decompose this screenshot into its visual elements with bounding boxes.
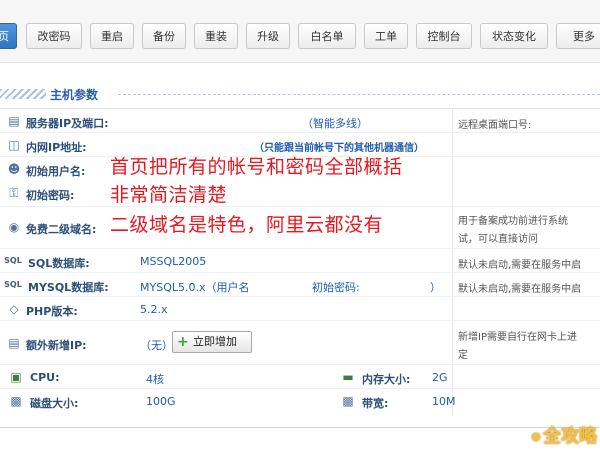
free-subdomain-label: 免费二级域名: (26, 223, 97, 236)
annotation-line1: 首页把所有的帐号和密码全部概括 (110, 156, 403, 178)
top-toolbar: 页 改密码 重启 备份 重装 升级 白名单 工单 控制台 状态变化 更多 (0, 0, 600, 63)
row-divider (0, 132, 600, 133)
server-ip-value: （智能多线） (302, 117, 368, 130)
memory-value: 2G (432, 371, 448, 384)
plus-icon: + (177, 334, 189, 350)
php-version-value: 5.2.x (140, 303, 168, 316)
toolbar-button-ticket[interactable]: 工单 (364, 23, 408, 49)
key-icon: ⚿ (9, 186, 19, 200)
section-header: 主机参数 (0, 80, 600, 110)
disk-size-value: 100G (146, 395, 176, 408)
extra-ip-value: （无） (140, 339, 173, 352)
toolbar-button-reinstall[interactable]: 重装 (194, 23, 238, 49)
mysql-icon: SQL (4, 280, 22, 289)
column-divider (452, 108, 453, 416)
row-divider (0, 388, 600, 389)
section-stripes-decoration (0, 89, 46, 99)
annotation-line2: 非常简洁清楚 (110, 184, 228, 206)
row-divider (0, 296, 600, 297)
toolbar-button-restart[interactable]: 重启 (90, 23, 134, 49)
row-divider (0, 364, 600, 365)
row-divider (0, 272, 600, 273)
cpu-label: CPU: (30, 371, 60, 384)
server-ip-label: 服务器IP及端口: (26, 117, 109, 130)
toolbar-button-whitelist[interactable]: 白名单 (298, 23, 356, 49)
php-version-label: PHP版本: (26, 305, 78, 318)
watermark-logo-icon (532, 433, 540, 441)
add-ip-button[interactable]: + 立即增加 (172, 331, 252, 353)
sql-icon: SQL (4, 256, 22, 265)
row-divider (0, 320, 600, 321)
extra-ip-note-line1: 新增IP需要自行在网卡上进 (458, 332, 577, 343)
subdomain-note-line2: 试，可以直接访问 (458, 234, 538, 245)
init-password-label: 初始密码: (26, 189, 75, 202)
section-divider (118, 94, 600, 95)
sql-db-note: 默认未启动,需要在服务中启 (458, 260, 582, 271)
mysql-db-label: MYSQL数据库: (28, 281, 109, 294)
ip-monitor-icon: ▤ (8, 336, 20, 350)
subdomain-note-line1: 用于备案成功前进行系统 (458, 216, 568, 227)
toolbar-button-console[interactable]: 控制台 (416, 23, 472, 49)
bandwidth-label: 带宽: (362, 397, 389, 410)
extra-ip-label: 额外新增IP: (26, 339, 87, 352)
section-title: 主机参数 (50, 88, 99, 102)
init-username-label: 初始用户名: (26, 165, 86, 178)
disk-icon: ▩ (10, 394, 22, 408)
mysql-db-note: 默认未启动,需要在服务中启 (458, 284, 582, 295)
watermark-text: 全攻略 (543, 426, 597, 447)
network-icon: ◫ (8, 138, 20, 152)
globe-icon: ◉ (8, 220, 20, 234)
memory-icon: ▬ (342, 370, 354, 384)
bandwidth-icon: ▩ (342, 394, 354, 408)
toolbar-button-change-password[interactable]: 改密码 (26, 23, 82, 49)
toolbar-button-status-change[interactable]: 状态变化 (480, 23, 548, 49)
remote-desktop-port-label: 远程桌面端口号: (458, 120, 532, 131)
toolbar-button-backup[interactable]: 备份 (142, 23, 186, 49)
add-ip-button-label: 立即增加 (193, 335, 237, 348)
sql-db-label: SQL数据库: (28, 257, 90, 270)
sql-db-value: MSSQL2005 (140, 255, 207, 268)
cpu-icon: ▣ (10, 370, 22, 384)
disk-size-label: 磁盘大小: (30, 397, 79, 410)
toolbar-button-page[interactable]: 页 (0, 23, 17, 49)
memory-label: 内存大小: (362, 373, 411, 386)
annotation-line3: 二级域名是特色，阿里云都没有 (110, 214, 384, 236)
row-divider (0, 248, 600, 249)
mysql-db-value: MYSQL5.0.x（用户名 (140, 281, 250, 294)
mysql-close-paren: ） (430, 281, 441, 294)
mysql-password-label: 初始密码: (312, 281, 360, 294)
row-divider (0, 206, 600, 207)
user-icon: ☻ (7, 162, 21, 176)
php-icon: ◇ (9, 302, 19, 316)
toolbar-button-more[interactable]: 更多 (556, 23, 600, 49)
cpu-value: 4核 (146, 373, 164, 386)
bandwidth-value: 10M (432, 395, 456, 408)
toolbar-button-upgrade[interactable]: 升级 (246, 23, 290, 49)
site-watermark: 全攻略 (532, 422, 597, 448)
extra-ip-note-line2: 定 (458, 350, 468, 361)
monitor-icon: ▤ (8, 114, 20, 128)
internal-ip-label: 内网IP地址: (26, 141, 87, 154)
